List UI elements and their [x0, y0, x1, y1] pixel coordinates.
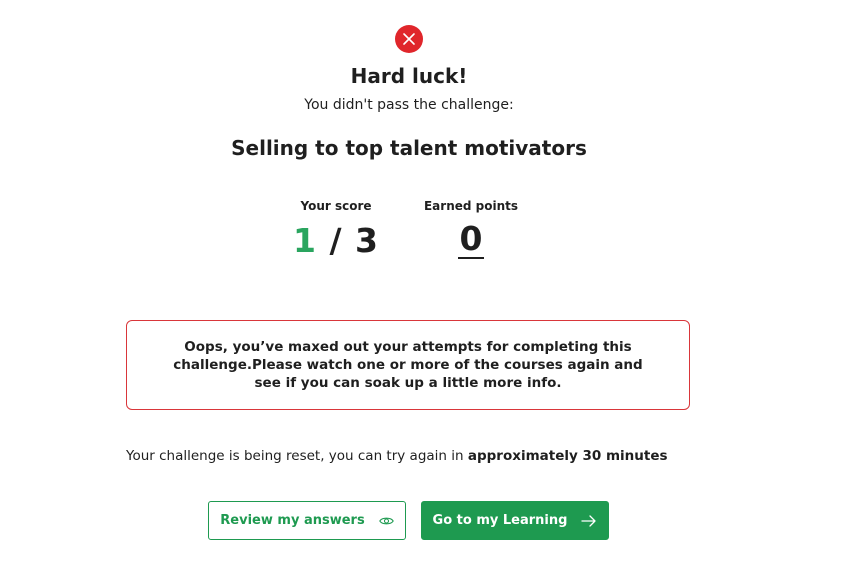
- go-to-learning-button[interactable]: Go to my Learning: [421, 501, 609, 540]
- score-value: 1 / 3: [286, 221, 386, 260]
- result-title: Hard luck!: [350, 64, 468, 88]
- arrow-right-icon: [581, 514, 597, 527]
- result-subtitle: You didn't pass the challenge:: [304, 97, 514, 113]
- alert-message: Oops, you’ve maxed out your attempts for…: [173, 339, 643, 391]
- eye-icon: [378, 516, 394, 526]
- review-answers-button[interactable]: Review my answers: [208, 501, 406, 540]
- go-to-learning-label: Go to my Learning: [432, 513, 568, 528]
- points-value: 0: [457, 219, 485, 259]
- review-answers-label: Review my answers: [220, 513, 365, 528]
- score-block: Your score 1 / 3: [286, 199, 386, 260]
- close-circle-icon: [395, 25, 423, 53]
- points-label: Earned points: [423, 199, 519, 213]
- reset-text: Your challenge is being reset, you can t…: [126, 448, 464, 464]
- score-total: 3: [355, 221, 379, 260]
- score-label: Your score: [300, 199, 372, 213]
- score-correct: 1: [293, 221, 317, 260]
- challenge-result-page: Hard luck! You didn't pass the challenge…: [0, 0, 852, 568]
- points-block: Earned points 0: [416, 199, 526, 259]
- reset-notice: Your challenge is being reset, you can t…: [126, 448, 726, 464]
- attempts-alert: Oops, you’ve maxed out your attempts for…: [126, 320, 690, 410]
- score-separator: /: [329, 221, 343, 260]
- challenge-name: Selling to top talent motivators: [231, 136, 587, 160]
- reset-time: approximately 30 minutes: [467, 448, 668, 464]
